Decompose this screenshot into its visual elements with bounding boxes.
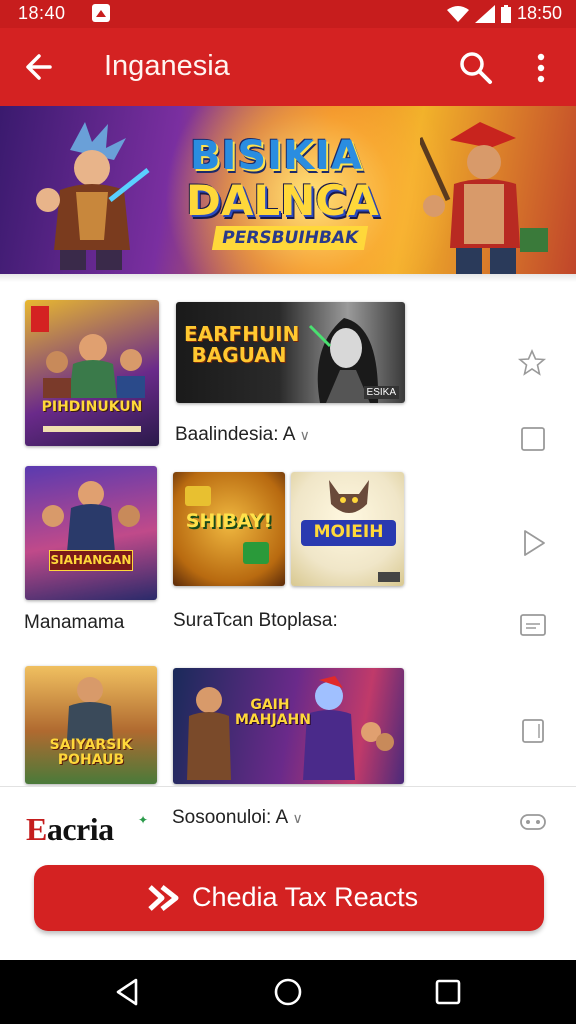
star-outline-icon[interactable] bbox=[517, 348, 547, 378]
tile-characters-illustration bbox=[42, 481, 140, 552]
app-bar: Inganesia bbox=[0, 28, 576, 106]
home-circle-icon[interactable] bbox=[272, 976, 304, 1008]
more-vert-icon[interactable] bbox=[526, 48, 556, 88]
tile-characters-illustration bbox=[43, 334, 145, 398]
play-outline-icon[interactable] bbox=[518, 528, 548, 558]
cta-button[interactable]: Chedia Tax Reacts bbox=[34, 865, 544, 931]
tile-caption: MOIEIH bbox=[301, 520, 396, 546]
tile-badge: ESIKA bbox=[363, 386, 399, 399]
banner-hero-left-illustration bbox=[36, 122, 150, 270]
tile-gem-icon bbox=[243, 542, 269, 564]
banner-title-line2: DALNCA bbox=[186, 176, 379, 225]
list-item-label[interactable]: SuraTcan Btoplasa: bbox=[173, 610, 338, 632]
tile-caption: SAIYARSIK POHAUB bbox=[49, 737, 133, 768]
game-tile-shibay[interactable]: SHIBAY! bbox=[173, 472, 285, 586]
notification-icon bbox=[92, 4, 110, 22]
game-tile-moieih[interactable]: MOIEIH bbox=[291, 472, 404, 586]
search-icon[interactable] bbox=[456, 48, 496, 88]
tile-character-illustration bbox=[329, 480, 369, 513]
game-tile-gaih[interactable]: GAIH MAHJAHN bbox=[173, 668, 404, 784]
brand-logo: Eacria bbox=[26, 811, 114, 847]
game-tile-earfhuin[interactable]: EARFHUIN BAGUAN ESIKA bbox=[176, 302, 405, 403]
status-time-right: 18:50 bbox=[516, 3, 562, 23]
page-title: Inganesia bbox=[104, 50, 230, 82]
tile-caption: SIAHANGAN bbox=[49, 550, 133, 571]
hero-banner[interactable]: BISIKIA DALNCA PERSBUIHBAK bbox=[0, 106, 576, 274]
signal-icon bbox=[474, 4, 495, 23]
tile-gem-icon bbox=[185, 486, 211, 506]
banner-title-line1: BISIKIA bbox=[190, 133, 363, 179]
recents-square-icon[interactable] bbox=[432, 976, 464, 1008]
system-icons: 18:50 bbox=[446, 3, 562, 24]
tile-badge-icon bbox=[378, 572, 400, 582]
list-item-label[interactable]: Baalindesia: A ∨ bbox=[175, 424, 310, 446]
system-nav-bar bbox=[0, 960, 576, 1024]
list-item-label[interactable]: Sosoonuloi: A ∨ bbox=[172, 807, 303, 829]
tile-caption: EARFHUIN BAGUAN bbox=[184, 322, 300, 367]
square-outline-icon[interactable] bbox=[518, 424, 548, 454]
tablet-outline-icon[interactable] bbox=[518, 716, 548, 746]
wifi-icon bbox=[446, 5, 469, 22]
tile-caption: GAIH MAHJAHN bbox=[235, 697, 311, 728]
game-list: PIHDINUKUN EARFHUIN BAGUAN ESIKA Baalind… bbox=[0, 274, 576, 786]
tile-caption-strip bbox=[43, 426, 141, 432]
tile-caption: PIHDINUKUN bbox=[41, 399, 143, 415]
status-bar: 18:40 18:50 bbox=[0, 0, 576, 28]
banner-hero-right-illustration bbox=[420, 122, 548, 274]
banner-subtitle: PERSBUIHBAK bbox=[211, 226, 369, 250]
bottom-panel: Eacria ✦ Sosoonuloi: A ∨ Chedia Tax Reac… bbox=[0, 786, 576, 961]
back-triangle-icon[interactable] bbox=[112, 976, 144, 1008]
game-tile-heroes[interactable]: SIAHANGAN bbox=[25, 466, 157, 600]
tile-character-illustration bbox=[67, 677, 113, 740]
tile-characters-illustration bbox=[187, 676, 394, 780]
tile-caption: SHIBAY! bbox=[185, 510, 273, 532]
chevron-down-icon: ∨ bbox=[292, 810, 303, 826]
double-chevron-icon bbox=[148, 885, 179, 911]
row-label: Manamama bbox=[24, 612, 125, 633]
status-time-left: 18:40 bbox=[18, 3, 66, 23]
sparkle-icon: ✦ bbox=[138, 813, 149, 827]
game-tile-saiyarsik[interactable]: SAIYARSIK POHAUB bbox=[25, 666, 157, 784]
game-tile-fighters[interactable]: PIHDINUKUN bbox=[25, 300, 159, 446]
battery-icon bbox=[500, 4, 511, 23]
back-arrow-icon[interactable] bbox=[20, 48, 58, 86]
gamepad-outline-icon[interactable] bbox=[518, 807, 548, 837]
cta-label: Chedia Tax Reacts bbox=[192, 882, 419, 912]
chevron-down-icon: ∨ bbox=[299, 427, 310, 443]
card-outline-icon[interactable] bbox=[518, 610, 548, 640]
